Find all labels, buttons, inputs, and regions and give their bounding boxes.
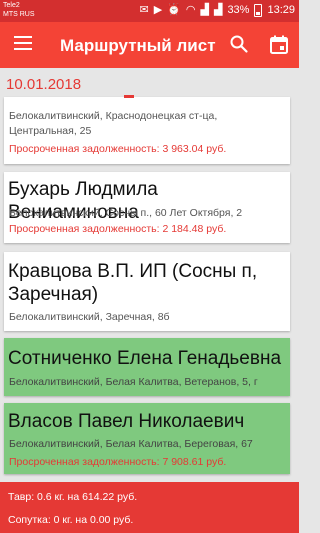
battery-percent: 33% [227,4,250,16]
client-debt: Просроченная задолженность: 2 184.48 руб… [9,223,227,235]
client-name-line1: Кравцова В.П. ИП (Сосны п, [8,261,258,282]
notification-icon: ✉ [139,4,149,16]
status-icons: ✉ ▶ ⏰ ◠ ▟ ▟ 33% 13:29 [139,3,295,17]
carrier-info: Tele2 MTS RUS [3,1,35,19]
client-name-line2: Заречная) [8,284,99,305]
client-debt: Просроченная задолженность: 7 908.61 руб… [9,456,227,468]
clock: 13:29 [267,4,295,16]
media-icon: ▶ [153,4,163,16]
wifi-icon: ◠ [185,4,196,16]
summary-main-goods: Тавр: 0.6 кг. на 614.22 руб. [8,491,138,503]
summary-related-goods: Сопутка: 0 кг. на 0.00 руб. [8,514,134,526]
client-card-visited[interactable]: Сотниченко Елена Генадьевна Белокалитвин… [4,338,290,396]
battery-icon [254,3,263,17]
page-title: Маршрутный лист [60,36,216,55]
route-date: 10.01.2018 [6,76,82,93]
client-card[interactable]: Бухарь Людмила Вениаминовна Белокалитвин… [4,172,290,243]
scroll-fragment [124,95,134,98]
calendar-icon[interactable] [270,35,288,54]
client-card[interactable]: Белокалитвинский, Краснодонецкая ст-ца, … [4,95,290,164]
client-address-line2: Центральная, 25 [9,125,92,137]
client-card-visited[interactable]: Власов Павел Николаевич Белокалитвинский… [4,403,290,474]
signal-2-icon: ▟ [213,4,223,16]
client-address-line1: Белокалитвинский, Краснодонецкая ст-ца, [9,110,218,122]
summary-footer: Тавр: 0.6 кг. на 614.22 руб. Сопутка: 0 … [0,482,299,533]
app-bar: Маршрутный лист [0,22,299,68]
signal-icon: ▟ [200,4,209,16]
client-name: Власов Павел Николаевич [8,411,245,432]
alarm-icon: ⏰ [167,4,181,16]
search-icon[interactable] [229,34,249,54]
status-bar: Tele2 MTS RUS ✉ ▶ ⏰ ◠ ▟ ▟ 33% 13:29 [0,0,299,22]
client-address: Белокалитвинский, Белая Калитва, Берегов… [9,438,253,450]
carrier-2: MTS RUS [3,11,35,18]
client-debt: Просроченная задолженность: 3 963.04 руб… [9,143,227,155]
carrier-1: Tele2 [3,2,20,9]
client-address: Белокалитвинский, Сосны п., 60 Лет Октяб… [9,207,243,219]
client-address: Белокалитвинский, Белая Калитва, Ветеран… [9,376,258,388]
client-card[interactable]: Кравцова В.П. ИП (Сосны п, Заречная) Бел… [4,252,290,331]
client-address: Белокалитвинский, Заречная, 8б [9,311,170,323]
hamburger-menu-icon[interactable] [14,36,32,52]
client-name: Сотниченко Елена Генадьевна [8,348,282,369]
